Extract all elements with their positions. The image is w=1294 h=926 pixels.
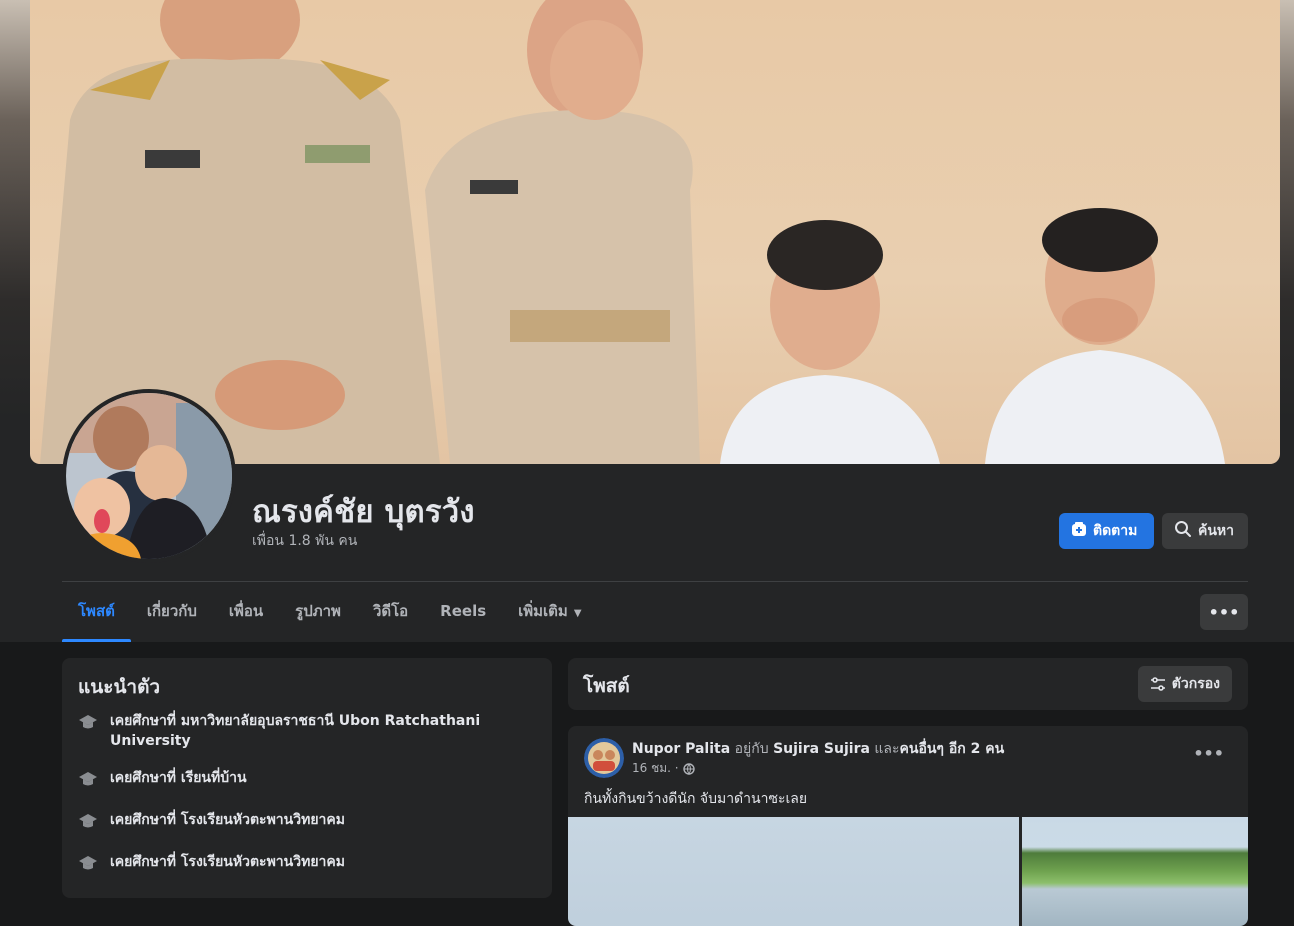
post-with-word: อยู่กับ bbox=[734, 741, 769, 757]
tab-reels[interactable]: Reels bbox=[424, 590, 502, 642]
tab-label: โพสต์ bbox=[78, 602, 115, 620]
search-button[interactable]: ค้นหา bbox=[1162, 513, 1248, 549]
header-divider bbox=[62, 581, 1248, 582]
post-header-line: Nupor Palita อยู่กับ Sujira Sujira และคน… bbox=[632, 738, 1004, 760]
intro-item-text: เคยศึกษาที่ เรียนที่บ้าน bbox=[110, 770, 247, 786]
post-others[interactable]: คนอื่นๆ อีก 2 คน bbox=[900, 741, 1005, 757]
follow-label: ติดตาม bbox=[1093, 523, 1138, 539]
globe-icon bbox=[682, 762, 695, 775]
search-icon bbox=[1174, 520, 1192, 542]
graduation-cap-icon bbox=[79, 772, 97, 786]
tab-friends[interactable]: เพื่อน bbox=[213, 590, 279, 642]
tab-label: เกี่ยวกับ bbox=[146, 602, 197, 620]
post-card: Nupor Palita อยู่กับ Sujira Sujira และคน… bbox=[568, 726, 1248, 926]
intro-item: เคยศึกษาที่ มหาวิทยาลัยอุบลราชธานี Ubon … bbox=[78, 711, 518, 751]
profile-avatar[interactable] bbox=[62, 389, 236, 563]
cover-photo[interactable] bbox=[30, 0, 1280, 464]
follow-button[interactable]: ติดตาม bbox=[1059, 513, 1154, 549]
follow-icon bbox=[1071, 521, 1087, 541]
more-options-button[interactable]: ••• bbox=[1200, 594, 1248, 630]
tab-more[interactable]: เพิ่มเติม ▼ bbox=[502, 590, 597, 642]
intro-item: เคยศึกษาที่ โรงเรียนหัวตะพานวิทยาคม bbox=[78, 810, 518, 831]
post-tagged-user[interactable]: Sujira Sujira bbox=[773, 741, 870, 757]
intro-item: เคยศึกษาที่ โรงเรียนหัวตะพานวิทยาคม bbox=[78, 852, 518, 873]
tab-label: รูปภาพ bbox=[295, 602, 341, 620]
tab-photos[interactable]: รูปภาพ bbox=[279, 590, 357, 642]
graduation-cap-icon bbox=[79, 715, 97, 729]
search-label: ค้นหา bbox=[1198, 523, 1235, 539]
intro-title: แนะนำตัว bbox=[78, 676, 161, 698]
filter-sliders-icon bbox=[1150, 677, 1165, 691]
intro-item-text: เคยศึกษาที่ โรงเรียนหัวตะพานวิทยาคม bbox=[110, 854, 345, 870]
more-dots-icon: ••• bbox=[1208, 602, 1240, 622]
tab-label: วิดีโอ bbox=[372, 602, 409, 620]
intro-item-text: เคยศึกษาที่ มหาวิทยาลัยอุบลราชธานี Ubon … bbox=[110, 713, 481, 749]
tab-label: เพื่อน bbox=[228, 602, 264, 620]
post-and-word: และ bbox=[874, 741, 900, 757]
intro-item-text: เคยศึกษาที่ โรงเรียนหัวตะพานวิทยาคม bbox=[110, 812, 345, 828]
filter-button[interactable]: ตัวกรอง bbox=[1137, 666, 1232, 702]
caret-down-icon: ▼ bbox=[573, 608, 582, 619]
filter-label: ตัวกรอง bbox=[1171, 676, 1220, 692]
profile-tabs: โพสต์ เกี่ยวกับ เพื่อน รูปภาพ วิดีโอ Ree… bbox=[62, 590, 598, 642]
tab-label: Reels bbox=[440, 602, 487, 620]
tab-about[interactable]: เกี่ยวกับ bbox=[131, 590, 213, 642]
intro-item: เคยศึกษาที่ เรียนที่บ้าน bbox=[78, 768, 518, 789]
posts-title: โพสต์ bbox=[583, 675, 630, 697]
intro-card: แนะนำตัว เคยศึกษาที่ มหาวิทยาลัยอุบลราชธ… bbox=[62, 658, 552, 898]
post-time-text: 16 ชม. · bbox=[632, 761, 679, 775]
post-text: กินทั้งกินขว้างดีนัก จับมาดำนาซะเลย bbox=[584, 791, 808, 807]
post-options-button[interactable]: ••• bbox=[1193, 744, 1224, 763]
graduation-cap-icon bbox=[79, 814, 97, 828]
tab-posts[interactable]: โพสต์ bbox=[62, 590, 131, 642]
post-author-avatar[interactable] bbox=[584, 738, 624, 778]
graduation-cap-icon bbox=[79, 856, 97, 870]
posts-header-card: โพสต์ ตัวกรอง bbox=[568, 658, 1248, 710]
profile-name: ณรงค์ชัย บุตรวัง bbox=[252, 494, 475, 530]
post-photo[interactable] bbox=[568, 817, 1019, 926]
post-timestamp[interactable]: 16 ชม. · bbox=[632, 759, 695, 778]
post-author[interactable]: Nupor Palita bbox=[632, 741, 730, 757]
post-photo[interactable] bbox=[1022, 817, 1248, 926]
tab-videos[interactable]: วิดีโอ bbox=[357, 590, 424, 642]
tab-label: เพิ่มเติม bbox=[518, 602, 568, 620]
friends-count[interactable]: เพื่อน 1.8 พัน คน bbox=[252, 530, 357, 552]
